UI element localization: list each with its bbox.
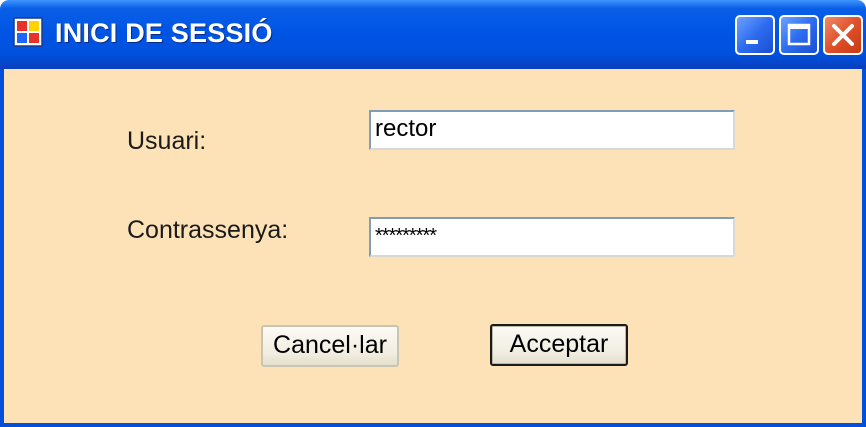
close-button[interactable] bbox=[823, 15, 863, 55]
minimize-icon bbox=[746, 40, 758, 44]
login-window: INICI DE SESSIÓ Usuari: rector Contrasse… bbox=[0, 0, 866, 427]
cancel-button[interactable]: Cancel·lar bbox=[261, 325, 399, 367]
accept-button[interactable]: Acceptar bbox=[490, 324, 628, 366]
window-title: INICI DE SESSIÓ bbox=[55, 18, 273, 48]
windows-app-icon bbox=[13, 17, 43, 47]
title-bar[interactable]: INICI DE SESSIÓ bbox=[0, 0, 866, 69]
password-input[interactable]: ********* bbox=[369, 217, 735, 257]
close-icon bbox=[832, 24, 854, 46]
maximize-button[interactable] bbox=[779, 15, 819, 55]
password-label: Contrassenya: bbox=[127, 216, 289, 244]
dialog-body: Usuari: rector Contrassenya: ********* C… bbox=[0, 69, 866, 427]
minimize-button[interactable] bbox=[735, 15, 775, 55]
maximize-icon bbox=[787, 23, 811, 46]
user-input[interactable]: rector bbox=[369, 110, 735, 150]
user-label: Usuari: bbox=[127, 127, 207, 155]
